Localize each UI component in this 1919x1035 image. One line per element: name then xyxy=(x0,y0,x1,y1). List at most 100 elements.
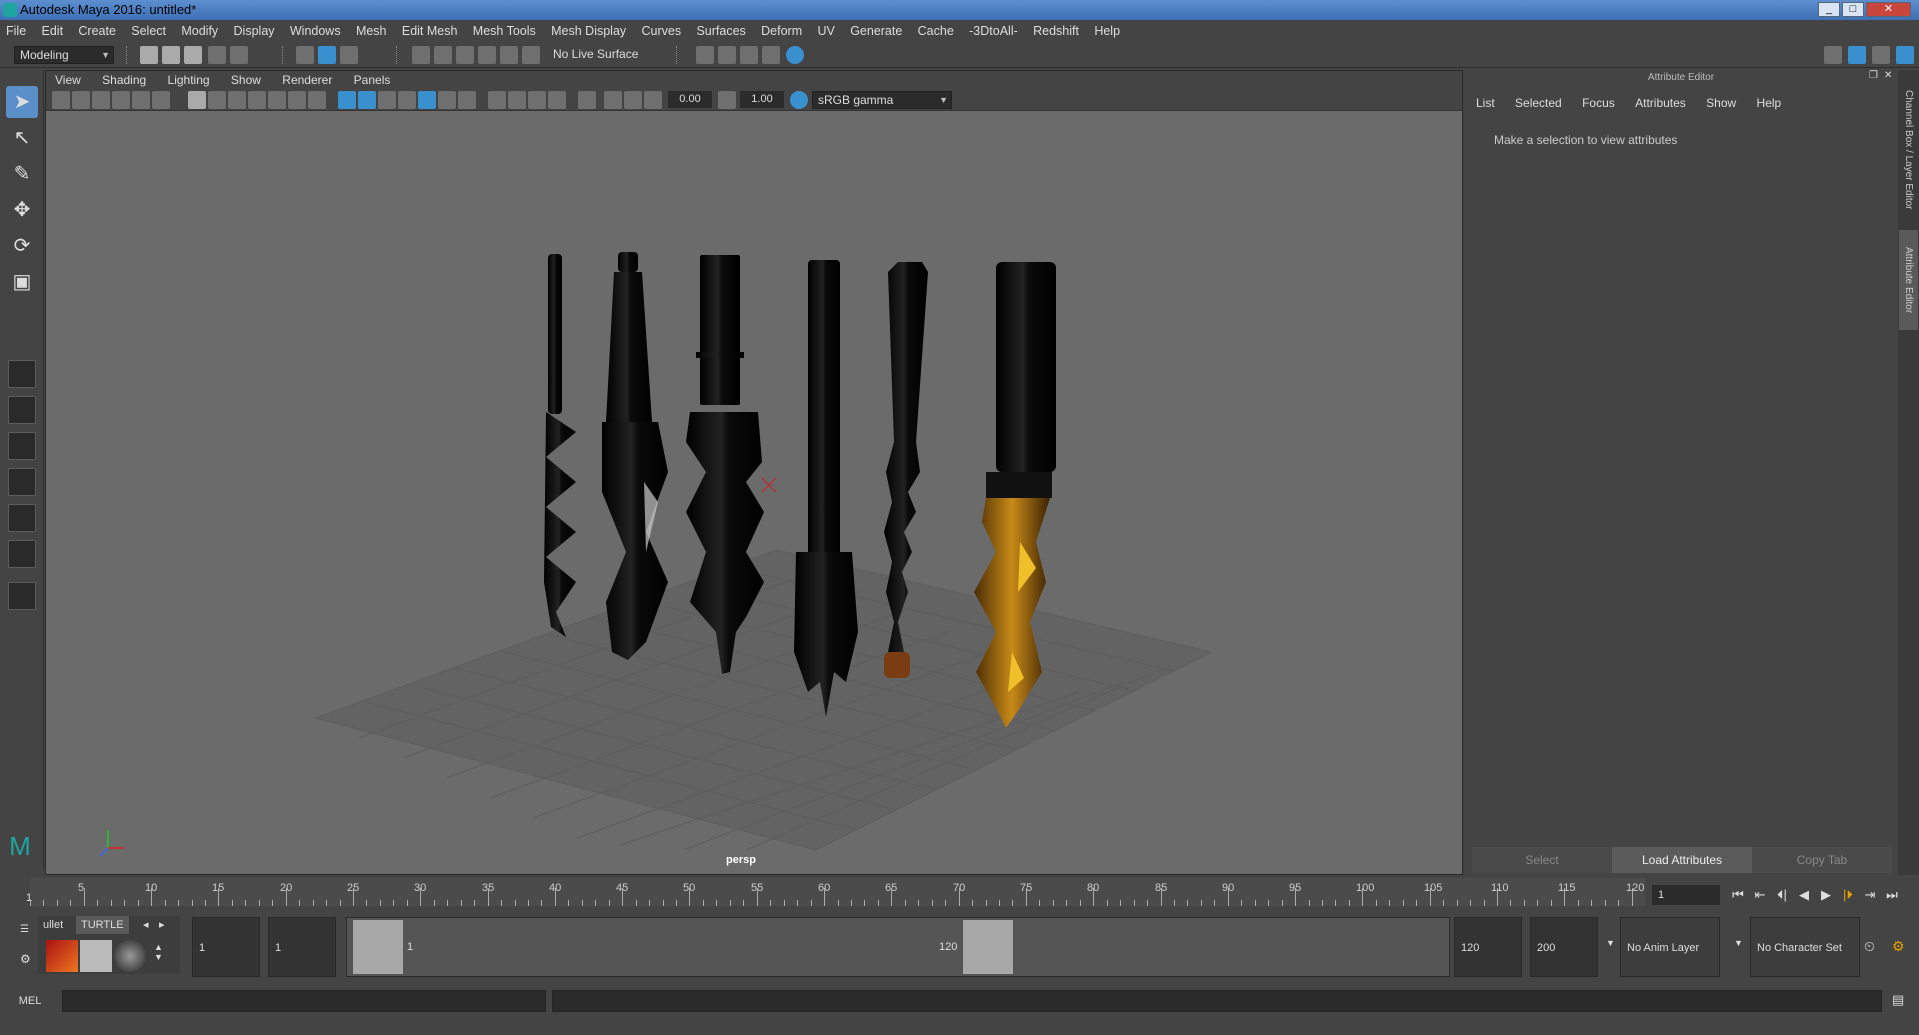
menu-cache[interactable]: Cache xyxy=(912,20,960,42)
menu-help[interactable]: Help xyxy=(1088,20,1126,42)
render-frame-icon[interactable] xyxy=(718,46,736,64)
viewport-menu-shading[interactable]: Shading xyxy=(93,71,155,89)
shelf-menu-icon[interactable]: ☰ xyxy=(20,924,29,935)
xray-icon[interactable] xyxy=(398,91,416,109)
new-scene-icon[interactable] xyxy=(140,46,158,64)
maya-home-icon[interactable]: M xyxy=(4,830,36,862)
use-all-lights-icon[interactable] xyxy=(458,91,476,109)
layout-persp-outliner-icon[interactable] xyxy=(8,504,36,532)
load-attributes-button[interactable]: Load Attributes xyxy=(1612,847,1752,873)
camera-select-icon[interactable] xyxy=(52,91,70,109)
ae-select-button[interactable]: Select xyxy=(1472,847,1612,873)
open-scene-icon[interactable] xyxy=(162,46,180,64)
viewport-menu-renderer[interactable]: Renderer xyxy=(273,71,341,89)
move-tool-icon[interactable]: ✥ xyxy=(6,194,38,226)
shelf-scroll-left-icon[interactable]: ◂ xyxy=(138,916,154,934)
playback-start-field[interactable]: 1 xyxy=(268,917,336,977)
close-button[interactable]: ✕ xyxy=(1866,2,1911,17)
menu-display[interactable]: Display xyxy=(228,20,281,42)
ipr-render-icon[interactable] xyxy=(740,46,758,64)
smooth-shade-icon[interactable] xyxy=(358,91,376,109)
menu-create[interactable]: Create xyxy=(72,20,122,42)
float-panel-icon[interactable]: ❐ xyxy=(1869,70,1878,81)
go-to-end-icon[interactable]: ⏭ xyxy=(1882,885,1902,905)
xray-active-icon[interactable] xyxy=(624,91,642,109)
shelf-scroll-icon[interactable]: ▲ ▼ xyxy=(154,942,163,962)
field-chart-icon[interactable] xyxy=(268,91,286,109)
character-set-dropdown[interactable]: No Character Set xyxy=(1750,917,1860,977)
layout-side-by-side-icon[interactable] xyxy=(8,432,36,460)
menu-file[interactable]: File xyxy=(0,20,32,42)
select-object-icon[interactable] xyxy=(318,46,336,64)
chevron-down-icon[interactable]: ▼ xyxy=(1734,938,1743,948)
animation-end-field[interactable]: 200 xyxy=(1530,917,1598,977)
tab-attribute-editor[interactable]: Attribute Editor xyxy=(1899,230,1918,330)
layout-custom-icon[interactable] xyxy=(8,582,36,610)
tool-settings-icon[interactable] xyxy=(1872,46,1890,64)
turtle-material-icon[interactable] xyxy=(114,940,146,972)
animation-prefs-icon[interactable]: ⚙ xyxy=(1892,938,1905,955)
wireframe-icon[interactable] xyxy=(338,91,356,109)
last-tool-icon[interactable] xyxy=(8,360,36,388)
two-d-pan-zoom-icon[interactable] xyxy=(132,91,150,109)
chevron-down-icon[interactable]: ▼ xyxy=(1606,938,1615,948)
bookmark-icon[interactable] xyxy=(92,91,110,109)
menu-edit-mesh[interactable]: Edit Mesh xyxy=(396,20,464,42)
wireframe-on-shaded-icon[interactable] xyxy=(418,91,436,109)
shelf-settings-icon[interactable]: ⚙ xyxy=(20,952,31,966)
anim-layer-dropdown[interactable]: No Anim Layer xyxy=(1620,917,1720,977)
menu-surfaces[interactable]: Surfaces xyxy=(690,20,751,42)
ae-menu-help[interactable]: Help xyxy=(1757,94,1782,112)
tab-channel-box[interactable]: Channel Box / Layer Editor xyxy=(1899,80,1918,220)
layout-persp-graph-icon[interactable] xyxy=(8,468,36,496)
range-start-handle[interactable] xyxy=(353,920,403,974)
menu-mesh[interactable]: Mesh xyxy=(350,20,393,42)
layout-persp-uv-icon[interactable] xyxy=(8,540,36,568)
step-back-frame-icon[interactable]: ⏴| xyxy=(1772,885,1792,905)
motion-blur-icon[interactable] xyxy=(528,91,546,109)
rotate-tool-icon[interactable]: ⟳ xyxy=(6,230,38,262)
menu-deform[interactable]: Deform xyxy=(755,20,808,42)
animation-start-field[interactable]: 1 xyxy=(192,917,260,977)
turtle-render-icon[interactable] xyxy=(46,940,78,972)
menu-generate[interactable]: Generate xyxy=(844,20,908,42)
range-bar[interactable]: 1 120 xyxy=(346,917,1450,977)
shelf-tab-bullet[interactable]: ullet xyxy=(38,916,68,934)
resolution-gate-icon[interactable] xyxy=(228,91,246,109)
copy-tab-button[interactable]: Copy Tab xyxy=(1752,847,1892,873)
redo-icon[interactable] xyxy=(230,46,248,64)
grid-icon[interactable] xyxy=(188,91,206,109)
step-forward-frame-icon[interactable]: |⏵ xyxy=(1838,885,1858,905)
step-forward-key-icon[interactable]: ⇥ xyxy=(1860,885,1880,905)
paint-select-tool-icon[interactable]: ✎ xyxy=(6,158,38,190)
playback-end-field[interactable]: 120 xyxy=(1454,917,1522,977)
time-ruler[interactable]: 5 10 15 20 25 30 35 40 45 50 55 60 65 70 75 80 85 90 95 100… xyxy=(30,878,1645,906)
snap-surface-icon[interactable] xyxy=(500,46,518,64)
xray-joints-icon[interactable] xyxy=(604,91,622,109)
turtle-bake-icon[interactable] xyxy=(80,940,112,972)
exposure-icon[interactable] xyxy=(644,91,662,109)
viewport-menu-panels[interactable]: Panels xyxy=(345,71,400,89)
select-hierarchy-icon[interactable] xyxy=(296,46,314,64)
scene-canvas[interactable] xyxy=(46,112,1463,875)
screen-space-ao-icon[interactable] xyxy=(508,91,526,109)
play-backwards-icon[interactable]: ◀ xyxy=(1794,885,1814,905)
color-management-icon[interactable] xyxy=(790,91,808,109)
grease-pencil-icon[interactable] xyxy=(152,91,170,109)
play-forwards-icon[interactable]: ▶ xyxy=(1816,885,1836,905)
viewport-menu-view[interactable]: View xyxy=(46,71,90,89)
gate-mask-icon[interactable] xyxy=(248,91,266,109)
ae-menu-focus[interactable]: Focus xyxy=(1582,94,1615,112)
attribute-editor-toggle-icon[interactable] xyxy=(1848,46,1866,64)
step-back-key-icon[interactable]: ⇤ xyxy=(1750,885,1770,905)
layout-four-view-icon[interactable] xyxy=(8,396,36,424)
safe-action-icon[interactable] xyxy=(288,91,306,109)
go-to-start-icon[interactable]: ⏮ xyxy=(1728,885,1748,905)
camera-attributes-icon[interactable] xyxy=(72,91,90,109)
current-frame-field[interactable]: 1 xyxy=(1652,885,1720,905)
menu-select[interactable]: Select xyxy=(125,20,172,42)
render-view-icon[interactable] xyxy=(696,46,714,64)
render-settings-icon[interactable] xyxy=(762,46,780,64)
menu-mesh-tools[interactable]: Mesh Tools xyxy=(467,20,542,42)
exposure-field[interactable]: 0.00 xyxy=(668,91,712,108)
